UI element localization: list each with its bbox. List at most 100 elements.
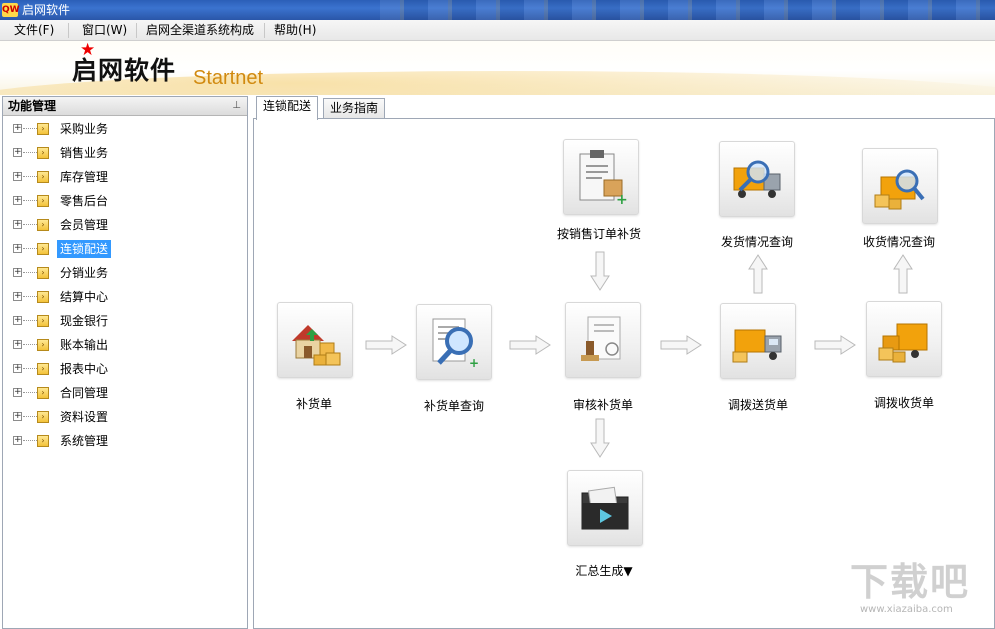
- title-bar: QW 启网软件: [0, 0, 995, 20]
- menu-file[interactable]: 文件(F): [8, 23, 60, 38]
- tree-item-label[interactable]: 连锁配送: [57, 240, 112, 258]
- tree-item-ledger-output[interactable]: + › 账本输出: [11, 335, 241, 355]
- node-receiving-query[interactable]: [862, 148, 938, 224]
- tree-item-system[interactable]: + › 系统管理: [11, 431, 241, 451]
- tree-connector: [23, 176, 37, 177]
- tree-item-label[interactable]: 资料设置: [57, 408, 111, 426]
- node-replenish-query[interactable]: +: [416, 304, 492, 380]
- expand-icon[interactable]: +: [13, 364, 22, 373]
- brand-name-en: Startnet: [193, 67, 264, 89]
- node-replenish-order[interactable]: [277, 302, 353, 378]
- folder-arrow-icon: ›: [37, 267, 49, 279]
- node-sales-order-replenish[interactable]: +: [563, 139, 639, 215]
- expand-icon[interactable]: +: [13, 244, 22, 253]
- node-label[interactable]: 收货情况查询: [834, 234, 964, 250]
- truck-icon: [732, 329, 782, 363]
- function-panel-header: 功能管理 ⊥: [3, 97, 247, 116]
- tree-item-label[interactable]: 销售业务: [57, 144, 111, 162]
- tree-item-reports[interactable]: + › 报表中心: [11, 359, 241, 379]
- menu-bar: 文件(F) 窗口(W) 启网全渠道系统构成 帮助(H): [0, 20, 995, 41]
- tree-item-label[interactable]: 账本输出: [57, 336, 111, 354]
- node-label[interactable]: 补货单查询: [389, 398, 519, 414]
- tree-item-retail[interactable]: + › 零售后台: [11, 191, 241, 211]
- menu-system-structure[interactable]: 启网全渠道系统构成: [140, 23, 260, 38]
- tab-business-guide[interactable]: 业务指南: [323, 98, 386, 119]
- tree-item-label[interactable]: 系统管理: [57, 432, 111, 450]
- arrow-right-icon: [814, 335, 856, 355]
- pin-icon[interactable]: ⊥: [232, 99, 241, 113]
- truck-magnifier-icon: [733, 160, 781, 198]
- svg-text:+: +: [616, 192, 628, 208]
- expand-icon[interactable]: +: [13, 412, 22, 421]
- menu-help[interactable]: 帮助(H): [268, 23, 322, 38]
- tree-item-label[interactable]: 报表中心: [57, 360, 111, 378]
- tree-item-data-settings[interactable]: + › 资料设置: [11, 407, 241, 427]
- tab-strip: 连锁配送 业务指南: [253, 96, 995, 120]
- node-label[interactable]: 调拨收货单: [839, 395, 969, 411]
- tree-connector: [23, 320, 37, 321]
- expand-icon[interactable]: +: [13, 316, 22, 325]
- node-label[interactable]: 补货单: [249, 396, 379, 412]
- tree-connector: [23, 200, 37, 201]
- tree-item-label[interactable]: 零售后台: [57, 192, 111, 210]
- tree-item-label[interactable]: 分销业务: [57, 264, 111, 282]
- window-title: 启网软件: [22, 3, 71, 17]
- tree-connector: [23, 368, 37, 369]
- tree-item-label[interactable]: 库存管理: [57, 168, 111, 186]
- node-shipping-query[interactable]: [719, 141, 795, 217]
- tab-chain-distribution[interactable]: 连锁配送: [256, 96, 319, 120]
- tree-item-sales[interactable]: + › 销售业务: [11, 143, 241, 163]
- node-label[interactable]: 发货情况查询: [692, 234, 822, 250]
- tree-item-label[interactable]: 现金银行: [57, 312, 111, 330]
- folder-arrow-icon: ›: [37, 243, 49, 255]
- expand-icon[interactable]: +: [13, 388, 22, 397]
- node-label[interactable]: 调拨送货单: [693, 397, 823, 413]
- arrow-down-icon: [590, 251, 610, 291]
- menu-separator: [264, 23, 265, 38]
- node-transfer-receive[interactable]: [866, 301, 942, 377]
- tree-item-contracts[interactable]: + › 合同管理: [11, 383, 241, 403]
- tree-item-members[interactable]: + › 会员管理: [11, 215, 241, 235]
- tree-item-label[interactable]: 合同管理: [57, 384, 111, 402]
- expand-icon[interactable]: +: [13, 148, 22, 157]
- expand-icon[interactable]: +: [13, 220, 22, 229]
- expand-icon[interactable]: +: [13, 172, 22, 181]
- flow-canvas: 补货单 + 补货单查询 审核补货单 调拨送货单 调拨收货单 + 按销售订单补货 …: [253, 118, 995, 629]
- expand-icon[interactable]: +: [13, 436, 22, 445]
- node-label[interactable]: 按销售订单补货: [534, 226, 664, 242]
- function-panel: 功能管理 ⊥ + › 采购业务 + › 销售业务 + › 库存管理 + › 零售…: [2, 96, 248, 629]
- folder-arrow-icon: ›: [37, 195, 49, 207]
- tree-item-chain-distribution[interactable]: + › 连锁配送: [11, 239, 241, 259]
- clipboard-icon: +: [579, 150, 628, 208]
- tree-item-cash-bank[interactable]: + › 现金银行: [11, 311, 241, 331]
- tree-item-purchase[interactable]: + › 采购业务: [11, 119, 241, 139]
- tree-item-inventory[interactable]: + › 库存管理: [11, 167, 241, 187]
- tree-item-label[interactable]: 会员管理: [57, 216, 111, 234]
- house-boxes-icon: [292, 325, 341, 366]
- tree-connector: [23, 416, 37, 417]
- app-logo-icon: QW: [2, 3, 20, 17]
- node-transfer-send[interactable]: [720, 303, 796, 379]
- node-label[interactable]: 审核补货单: [538, 397, 668, 413]
- menu-window[interactable]: 窗口(W): [76, 23, 133, 38]
- tree-item-distribution[interactable]: + › 分销业务: [11, 263, 241, 283]
- expand-icon[interactable]: +: [13, 268, 22, 277]
- expand-icon[interactable]: +: [13, 292, 22, 301]
- watermark-url: www.xiazaiba.com: [860, 604, 953, 615]
- document-magnifier-icon: +: [432, 318, 479, 370]
- folder-arrow-icon: ›: [37, 219, 49, 231]
- folder-arrow-icon: ›: [37, 411, 49, 423]
- expand-icon[interactable]: +: [13, 124, 22, 133]
- expand-icon[interactable]: +: [13, 340, 22, 349]
- arrow-up-icon: [893, 254, 913, 294]
- tree-item-label[interactable]: 采购业务: [57, 120, 111, 138]
- node-summary-generate[interactable]: [567, 470, 643, 546]
- tree-connector: [23, 392, 37, 393]
- node-review-replenish[interactable]: [565, 302, 641, 378]
- tree-item-settlement[interactable]: + › 结算中心: [11, 287, 241, 307]
- expand-icon[interactable]: +: [13, 196, 22, 205]
- tree-connector: [23, 128, 37, 129]
- node-label[interactable]: 汇总生成▼: [539, 563, 669, 579]
- tree-item-label[interactable]: 结算中心: [57, 288, 111, 306]
- brand-banner: ★ 启网软件 Startnet: [0, 41, 995, 95]
